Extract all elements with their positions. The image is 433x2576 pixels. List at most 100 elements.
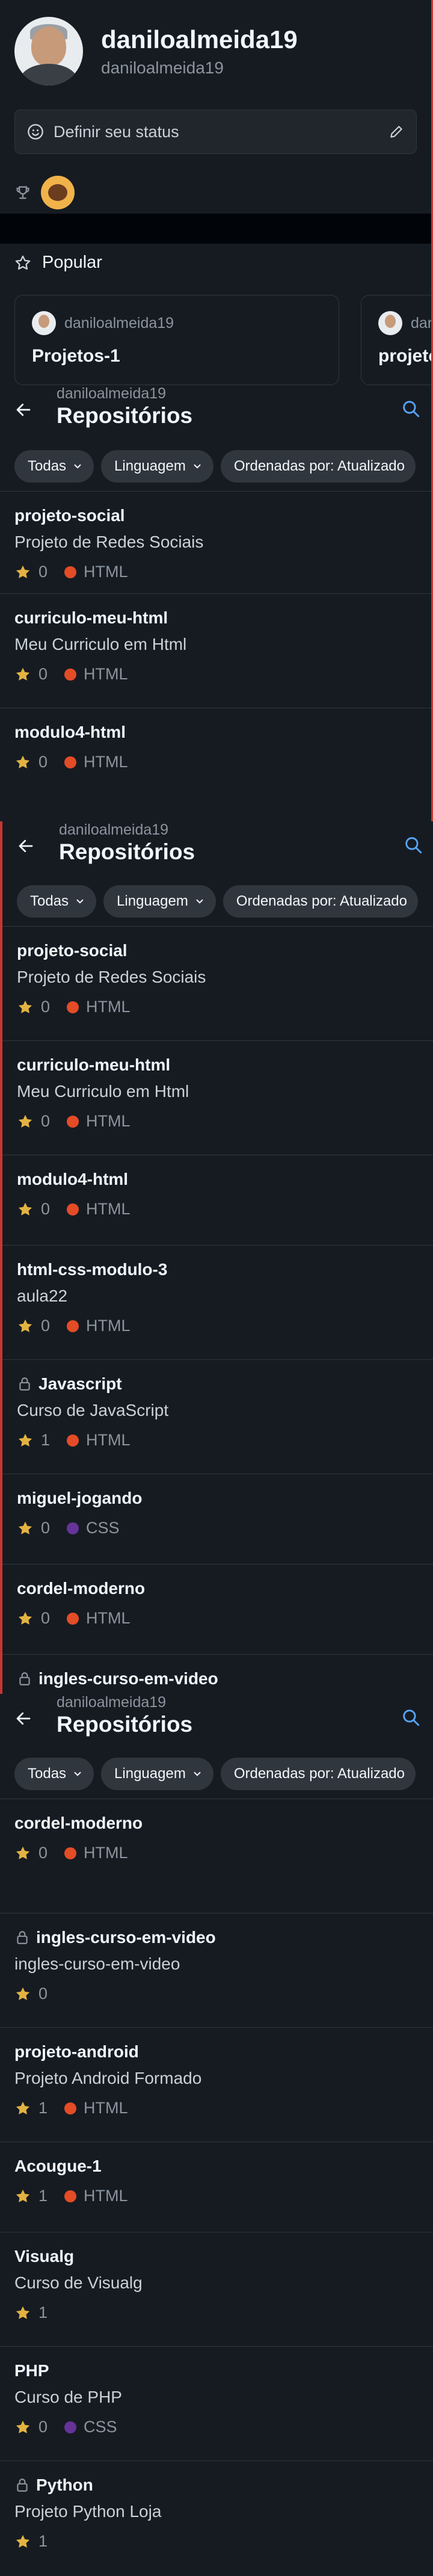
star-count: 0 — [41, 1200, 51, 1218]
star-count: 0 — [38, 1844, 48, 1862]
section-divider — [0, 214, 431, 244]
filter-label: Todas — [30, 893, 69, 909]
repo-list-item[interactable]: modulo4-html 0 HTML — [2, 1155, 433, 1245]
repo-list-item[interactable]: Visualg Curso de Visualg 1 — [0, 2232, 433, 2346]
search-icon[interactable] — [401, 398, 421, 419]
repos-header: daniloalmeida19 Repositórios — [2, 821, 433, 869]
language-color-dot — [67, 1001, 79, 1013]
repo-meta: 1 — [14, 2532, 419, 2551]
lock-icon — [14, 1930, 30, 1945]
repo-name: cordel-moderno — [14, 1814, 143, 1832]
back-arrow-icon[interactable] — [17, 837, 35, 855]
back-arrow-icon[interactable] — [14, 1710, 32, 1728]
trophy-icon — [14, 184, 31, 201]
repo-name-row: Visualg — [14, 2247, 419, 2266]
repo-list-item[interactable]: curriculo-meu-html Meu Curriculo em Html 0… — [0, 593, 431, 708]
pinned-repo-card[interactable]: daniloalmeida19 Projetos-1 — [14, 295, 339, 385]
repo-list-item[interactable]: PHP Curso de PHP 0 CSS — [0, 2346, 433, 2460]
repo-name-row: cordel-moderno — [17, 1579, 421, 1598]
repo-name-row: miguel-jogando — [17, 1489, 421, 1508]
filter-chip[interactable]: Todas — [14, 450, 94, 483]
repo-list-item[interactable]: projeto-android Projeto Android Formado 1 H… — [0, 2027, 433, 2142]
achievement-badge[interactable] — [41, 176, 75, 209]
filter-chip[interactable]: Ordenadas por: Atualizado — [220, 1758, 416, 1790]
repo-name-row: Javascript — [17, 1374, 421, 1394]
language-color-dot — [67, 1612, 79, 1625]
repo-name: Javascript — [38, 1374, 122, 1393]
filter-chip[interactable]: Ordenadas por: Atualizado — [220, 450, 416, 483]
repo-list-item[interactable]: Python Projeto Python Loja 1 — [0, 2460, 433, 2575]
status-button[interactable]: Definir seu status — [14, 110, 417, 154]
filter-chip[interactable]: Todas — [14, 1758, 94, 1790]
repo-language: CSS — [84, 2418, 117, 2436]
repo-name: curriculo-meu-html — [17, 1055, 171, 1074]
repo-meta: 0 HTML — [17, 1200, 421, 1219]
filter-bar: Todas Linguagem Ordenadas por: Atualizado — [17, 885, 419, 918]
repo-language: HTML — [86, 1112, 131, 1130]
repo-list-item[interactable]: html-css-modulo-3 aula22 0 HTML — [2, 1245, 433, 1359]
repos-owner: daniloalmeida19 — [57, 385, 167, 402]
repo-list-item[interactable]: curriculo-meu-html Meu Curriculo em Html 0… — [2, 1040, 433, 1155]
repo-list-item[interactable]: ingles-curso-em-video — [2, 1654, 433, 1694]
achievements — [0, 154, 431, 209]
filter-chip[interactable]: Todas — [17, 885, 97, 918]
repos-title: Repositórios — [57, 1712, 193, 1737]
repos-header: daniloalmeida19 Repositórios — [0, 385, 431, 433]
repo-name-row: curriculo-meu-html — [14, 608, 419, 628]
repo-list-item[interactable]: Javascript Curso de JavaScript 1 HTML — [2, 1359, 433, 1474]
star-count: 0 — [38, 665, 48, 683]
star-icon — [17, 1610, 34, 1627]
profile-header: daniloalmeida19 daniloalmeida19 — [0, 0, 431, 85]
repo-description: Projeto de Redes Sociais — [14, 533, 204, 551]
repo-name-row: ingles-curso-em-video — [17, 1669, 421, 1688]
search-icon[interactable] — [401, 1707, 421, 1728]
repo-name: Acougue-1 — [14, 2157, 102, 2175]
repo-meta: 1 HTML — [14, 2099, 419, 2117]
repo-list-item[interactable]: Acougue-1 1 HTML — [0, 2142, 433, 2232]
repos-header: daniloalmeida19 Repositórios — [0, 1694, 433, 1742]
repo-name-row: modulo4-html — [14, 723, 419, 742]
repo-meta: 1 HTML — [17, 1431, 421, 1450]
repo-name: modulo4-html — [17, 1170, 129, 1188]
filter-chip[interactable]: Linguagem — [103, 885, 216, 918]
repo-list-item[interactable]: projeto-social Projeto de Redes Sociais 0 H… — [2, 926, 433, 1040]
back-arrow-icon[interactable] — [14, 401, 32, 419]
star-count: 1 — [38, 2187, 48, 2205]
repo-description: Meu Curriculo em Html — [14, 635, 187, 653]
profile-name: daniloalmeida19 — [101, 25, 298, 54]
pencil-icon[interactable] — [388, 124, 404, 140]
repo-list-item[interactable]: cordel-moderno 0 HTML — [2, 1564, 433, 1654]
repo-list: projeto-social Projeto de Redes Sociais 0 H… — [2, 926, 433, 1694]
repo-meta: 0 HTML — [14, 753, 419, 771]
star-icon — [14, 2419, 31, 2436]
filter-chip[interactable]: Ordenadas por: Atualizado — [223, 885, 419, 918]
pinned-owner: dan — [411, 314, 431, 332]
filter-chip[interactable]: Linguagem — [101, 450, 213, 483]
lock-icon — [17, 1671, 32, 1687]
pinned-repo-card[interactable]: dan projeto — [361, 295, 431, 385]
filter-label: Todas — [28, 458, 67, 474]
repo-list-item[interactable]: cordel-moderno 0 HTML — [0, 1799, 433, 1913]
filter-label: Ordenadas por: Atualizado — [233, 1765, 405, 1782]
repo-description: Meu Curriculo em Html — [17, 1082, 189, 1101]
repo-list-item[interactable]: ingles-curso-em-video ingles-curso-em-vid… — [0, 1913, 433, 2027]
repo-list-item[interactable]: miguel-jogando 0 CSS — [2, 1474, 433, 1564]
star-count: 1 — [38, 2303, 48, 2321]
repo-name-row: projeto-social — [14, 506, 419, 525]
language-color-dot — [64, 566, 77, 578]
repo-language: CSS — [86, 1519, 120, 1537]
filter-chip[interactable]: Linguagem — [101, 1758, 213, 1790]
repo-meta: 0 CSS — [14, 2418, 419, 2436]
chevron-down-icon — [192, 1768, 203, 1779]
star-count: 0 — [41, 1112, 51, 1130]
repo-list-item[interactable]: projeto-social Projeto de Redes Sociais 0 H… — [0, 491, 431, 593]
repo-language: HTML — [84, 753, 128, 771]
star-icon — [14, 2533, 31, 2550]
repo-meta: 0 HTML — [17, 1609, 421, 1628]
repo-name: cordel-moderno — [17, 1579, 146, 1598]
avatar[interactable] — [14, 17, 83, 85]
search-icon[interactable] — [403, 835, 423, 855]
repo-language: HTML — [84, 2187, 128, 2205]
repos-owner: daniloalmeida19 — [59, 821, 169, 838]
repo-list-item[interactable]: modulo4-html 0 HTML — [0, 708, 431, 786]
